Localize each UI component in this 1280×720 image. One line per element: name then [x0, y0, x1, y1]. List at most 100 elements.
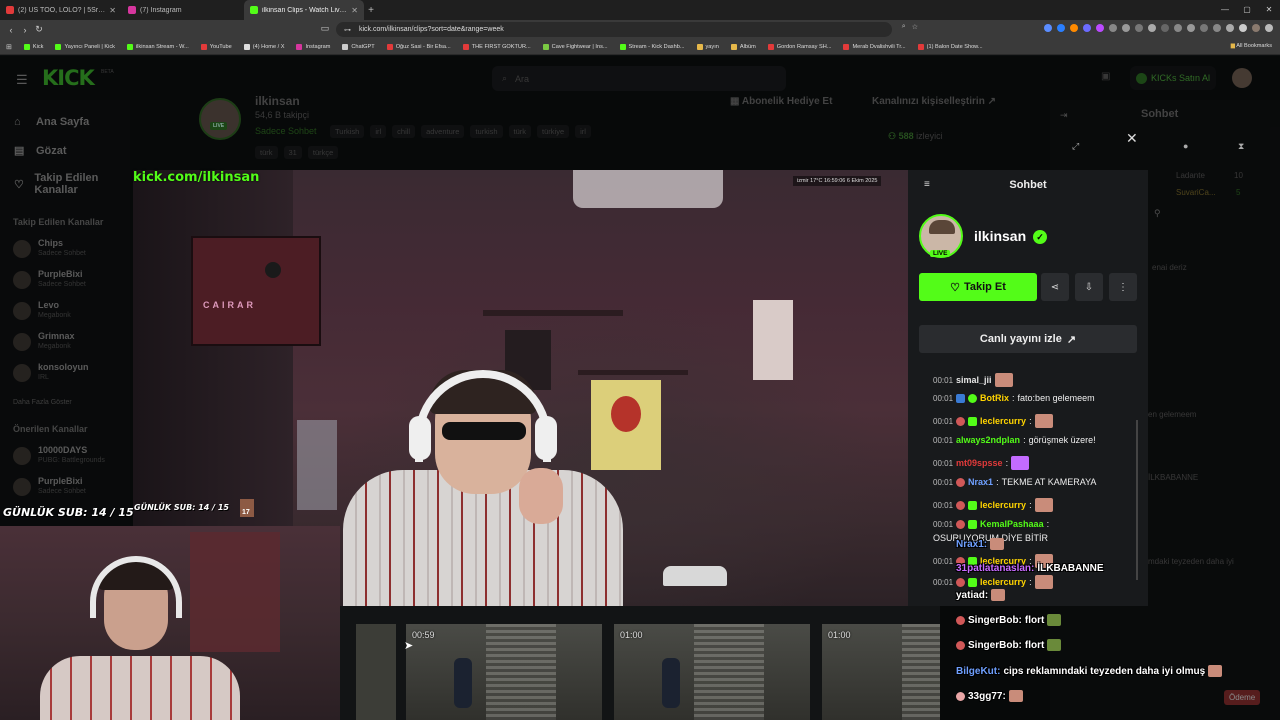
bookmark-item[interactable]: Instagram — [290, 43, 336, 50]
chat-message: 00:01 BotRix: fato:ben gelemeem — [933, 393, 1095, 403]
extension-icon[interactable] — [1226, 24, 1234, 32]
maximize-icon[interactable]: ▢ — [1236, 0, 1258, 20]
clip-thumbnail[interactable]: 01:00 — [614, 624, 810, 720]
chat-message: 33gg77: — [956, 690, 1023, 702]
hourglass-icon[interactable]: ⧗ — [1238, 141, 1244, 152]
chat-message: 00:01 simal_jii — [933, 373, 1013, 387]
bookmark-item[interactable]: (4) Home / X — [238, 43, 291, 50]
poster-text: CAIRAR — [203, 300, 256, 310]
extension-icon[interactable] — [1239, 24, 1247, 32]
new-tab-icon[interactable]: + — [364, 5, 378, 16]
menu-dots-icon[interactable] — [1265, 24, 1273, 32]
browser-tab-active[interactable]: ilkinsan Clips - Watch Live on ✕ — [244, 0, 364, 20]
forward-icon[interactable]: › — [18, 25, 32, 35]
browser-tab[interactable]: (2) US TOO, LOLO? | 5Sriders | Moto ✕ — [0, 0, 122, 20]
extension-icon[interactable] — [1070, 24, 1078, 32]
message-text: cips reklamındaki teyzeden daha iyi olmu… — [1003, 665, 1206, 677]
bookmark-label: Oğuz Sasi - Bir Efsa... — [395, 43, 451, 50]
browser-tab[interactable]: (7) Instagram — [122, 0, 244, 20]
close-modal-icon[interactable]: ✕ — [1126, 130, 1138, 147]
chat-message: 00:01 leclercurry: — [933, 575, 1053, 589]
bookmark-item[interactable]: Stream - Kick Dashb... — [614, 43, 691, 50]
profile-icon[interactable] — [1252, 24, 1260, 32]
extension-icon[interactable] — [1200, 24, 1208, 32]
bookmark-item[interactable]: ilkinsan Stream - W... — [121, 43, 195, 50]
extension-icon[interactable] — [1135, 24, 1143, 32]
close-window-icon[interactable]: ✕ — [1258, 0, 1280, 20]
message-user: Nrax1: — [956, 538, 988, 550]
bookmark-item[interactable]: (1) Balon Date Show... — [912, 43, 989, 50]
all-bookmarks-folder[interactable]: ▆ All Bookmarks — [1231, 43, 1272, 49]
site-info-icon[interactable]: ⊶ — [344, 26, 351, 34]
url-bar[interactable]: ⊶ kick.com/ilkinsan/clips?sort=date&rang… — [336, 22, 892, 37]
extension-icon[interactable] — [1174, 24, 1182, 32]
badge-number: 17 — [242, 509, 250, 516]
bookmark-item[interactable]: YouTube — [195, 43, 238, 50]
emote-icon — [990, 538, 1005, 550]
bookmark-label: Merab Dvalishvili Tr... — [852, 43, 906, 50]
message-user: 31patlatanaslan: — [956, 563, 1035, 574]
bookmark-item[interactable]: ChatGPT — [336, 43, 380, 50]
extension-icon[interactable] — [1213, 24, 1221, 32]
bookmark-item[interactable]: Kick — [18, 43, 50, 50]
channel-name: ilkinsan — [974, 228, 1027, 244]
extension-icon[interactable] — [1096, 24, 1104, 32]
extension-icon[interactable] — [1187, 24, 1195, 32]
tab-search-icon[interactable]: ▭ — [318, 23, 332, 34]
close-tab-icon[interactable]: ✕ — [351, 6, 358, 15]
zoom-icon[interactable]: ⌕ — [902, 23, 906, 31]
tab-title: (7) Instagram — [140, 6, 182, 14]
extension-icon[interactable] — [1161, 24, 1169, 32]
bookmark-star-icon[interactable]: ☆ — [912, 23, 918, 31]
bookmark-folder[interactable]: Albüm — [725, 43, 762, 50]
reload-icon[interactable]: ↻ — [32, 24, 46, 35]
bookmark-label: ilkinsan Stream - W... — [135, 43, 189, 50]
youtube-favicon-icon — [843, 43, 850, 50]
apps-grid-icon[interactable]: ⊞ — [6, 43, 12, 51]
back-icon[interactable]: ‹ — [4, 25, 18, 35]
clip-thumbnail-partial[interactable] — [356, 624, 396, 720]
message-user: yatiad: — [956, 589, 989, 601]
video-scene — [297, 420, 337, 510]
extension-icon[interactable] — [1109, 24, 1117, 32]
extension-icon[interactable] — [1148, 24, 1156, 32]
chat-bubble-icon[interactable]: ● — [1183, 141, 1188, 151]
avatar-hair — [929, 220, 955, 234]
message-text: flort — [1024, 614, 1045, 626]
bookmark-item[interactable]: Oğuz Sasi - Bir Efsa... — [381, 43, 457, 50]
resize-icon[interactable]: ⤢ — [1072, 141, 1079, 152]
kick-favicon-icon — [250, 6, 258, 14]
kick-favicon-icon — [126, 43, 133, 50]
emote-icon — [1008, 690, 1023, 702]
payment-button[interactable]: Ödeme — [1224, 690, 1261, 705]
folder-icon — [730, 43, 737, 50]
close-tab-icon[interactable]: ✕ — [109, 6, 116, 15]
verified-badge-icon — [968, 393, 978, 403]
extension-icon[interactable] — [1057, 24, 1065, 32]
chat-message: 00:01 always2ndplan: görüşmek üzere! — [933, 435, 1096, 445]
extension-icon[interactable] — [1083, 24, 1091, 32]
clip-thumbnail[interactable]: 00:59 — [406, 624, 602, 720]
kick-favicon-icon — [55, 43, 62, 50]
bot-badge-icon — [956, 393, 966, 403]
message-text: İLKBABANNE — [1037, 563, 1104, 574]
minimize-icon[interactable]: — — [1214, 0, 1236, 20]
extension-icon[interactable] — [1044, 24, 1052, 32]
message-user: BotRix — [980, 393, 1010, 403]
clip-thumbnail[interactable]: 01:00 — [822, 624, 940, 720]
emote-icon — [1034, 414, 1053, 428]
extension-icon[interactable] — [1122, 24, 1130, 32]
chat-message: 00:01 leclercurry: — [933, 498, 1053, 512]
bookmark-item[interactable]: Gordon Ramsay SH... — [762, 43, 838, 50]
bookmark-item[interactable]: Yayıncı Paneli | Kick — [49, 43, 120, 50]
bookmark-item[interactable]: Merab Dvalishvili Tr... — [837, 43, 911, 50]
bookmark-item[interactable]: THE FIRST GOKTUR... — [457, 43, 537, 50]
bookmark-label: THE FIRST GOKTUR... — [471, 43, 531, 50]
streamer-figure — [343, 370, 623, 606]
message-time: 00:01 — [933, 375, 954, 385]
bookmark-item[interactable]: Cave Fightwear | Ins... — [537, 43, 614, 50]
browser-toolbar: ‹ › ↻ ▭ ⊶ kick.com/ilkinsan/clips?sort=d… — [0, 20, 1280, 39]
bookmark-folder[interactable]: yayın — [691, 43, 725, 50]
youtube-favicon-icon — [6, 6, 14, 14]
bookmark-label: (1) Balon Date Show... — [926, 43, 983, 50]
